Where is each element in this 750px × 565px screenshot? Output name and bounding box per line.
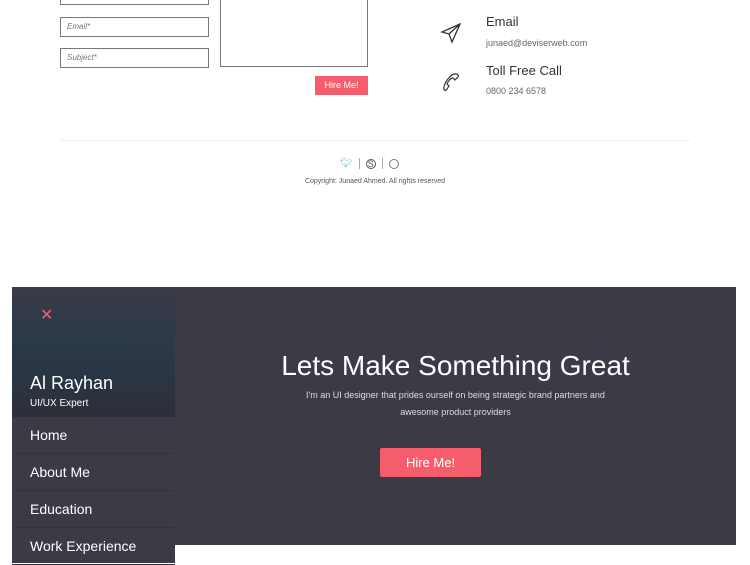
- paper-plane-icon: [440, 22, 462, 44]
- sidebar: ✕ Al Rayhan UI/UX Expert Home About Me E…: [12, 287, 175, 565]
- subject-field[interactable]: Subject*: [60, 48, 209, 68]
- subtitle-line: I'm an UI designer that prides ourself o…: [306, 390, 605, 400]
- separator: [358, 158, 360, 169]
- email-field[interactable]: Email*: [60, 17, 209, 37]
- subtitle-line: awesome product providers: [400, 407, 511, 417]
- sidebar-item-home[interactable]: Home: [12, 417, 175, 454]
- sidebar-item-work-experience[interactable]: Work Experience: [12, 528, 175, 565]
- sidebar-item-education[interactable]: Education: [12, 491, 175, 528]
- copyright: Copyright: Junaed Ahmed. All rights rese…: [304, 178, 446, 185]
- contact-email-title: Email: [486, 14, 519, 29]
- footer-divider: [60, 140, 690, 141]
- separator: [381, 158, 383, 169]
- close-icon[interactable]: ✕: [40, 305, 53, 325]
- profile-name: Al Rayhan: [30, 373, 114, 393]
- contact-email-value: junaed@deviserweb.com: [486, 38, 588, 48]
- social-links: 🐦︎ S: [340, 158, 399, 169]
- message-field[interactable]: [220, 0, 368, 67]
- dribbble-icon[interactable]: [388, 158, 399, 169]
- hire-me-button[interactable]: Hire Me!: [380, 448, 481, 477]
- name-field[interactable]: [60, 0, 209, 5]
- skype-icon[interactable]: S: [365, 158, 376, 169]
- phone-icon: [443, 73, 459, 91]
- twitter-icon[interactable]: 🐦︎: [340, 158, 353, 169]
- hero-title: Lets Make Something Great: [281, 350, 630, 381]
- subject-placeholder: Subject*: [67, 53, 97, 62]
- email-placeholder: Email*: [67, 22, 91, 31]
- hire-me-submit-button[interactable]: Hire Me!: [315, 76, 368, 95]
- hero-subtitle: I'm an UI designer that prides ourself o…: [175, 387, 736, 421]
- contact-phone-value: 0800 234 6578: [486, 86, 547, 96]
- profile-role: UI/UX Expert: [30, 398, 89, 409]
- contact-phone-title: Toll Free Call: [486, 63, 562, 78]
- sidebar-item-about-me[interactable]: About Me: [12, 454, 175, 491]
- sidebar-header: ✕ Al Rayhan UI/UX Expert: [12, 287, 175, 417]
